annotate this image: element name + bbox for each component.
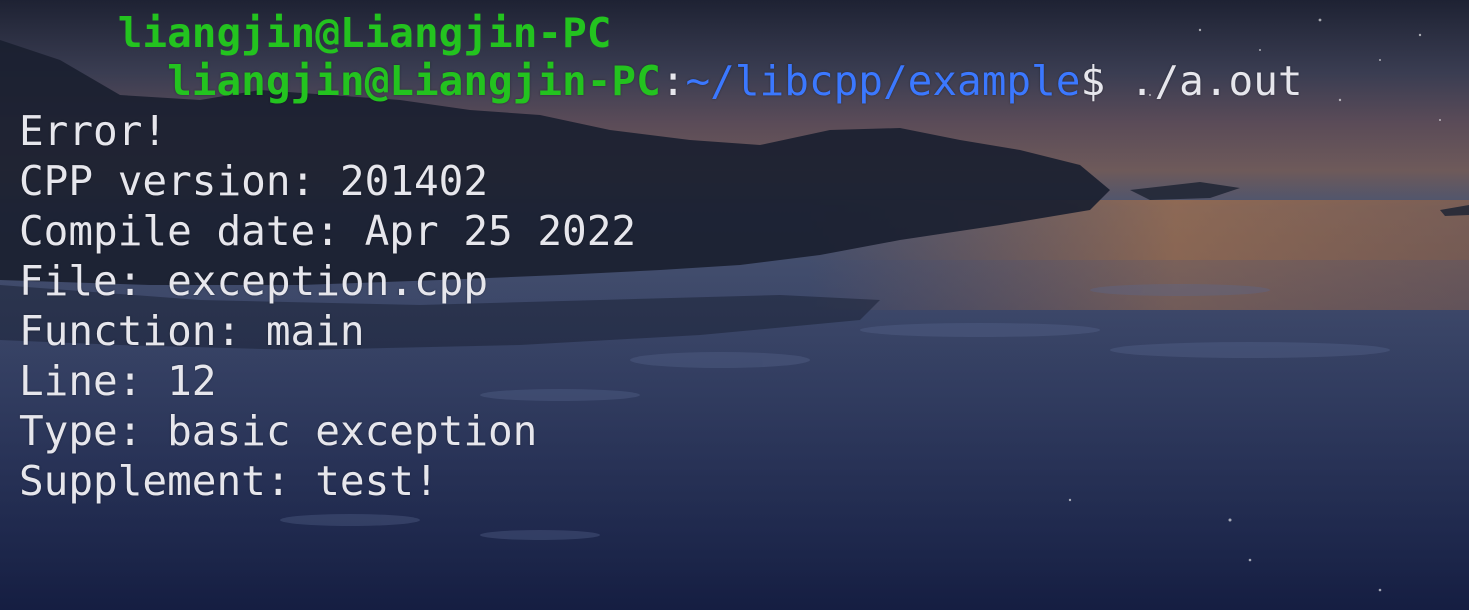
prompt-dollar: $ (1080, 57, 1106, 105)
output-line: CPP version: 201402 (19, 157, 488, 205)
output-line: Error! (19, 107, 168, 155)
prompt-path: ~/libcpp/example (685, 57, 1081, 105)
terminal-window[interactable]: liangjin@Liangjin-PC liangjin@Liangjin-P… (0, 0, 1469, 610)
command-text: ./a.out (1105, 57, 1303, 105)
output-line: Function: main (19, 307, 365, 355)
prompt-user-host: liangjin@Liangjin-PC (167, 57, 661, 105)
output-line: Type: basic exception (19, 407, 538, 455)
output-line: Supplement: test! (19, 457, 439, 505)
prompt-line: liangjin@Liangjin-PC:~/libcpp/example$ .… (19, 6, 1469, 105)
terminal-output[interactable]: liangjin@Liangjin-PC:~/libcpp/example$ .… (19, 6, 1469, 506)
output-line: Compile date: Apr 25 2022 (19, 207, 637, 255)
prompt-colon: : (660, 57, 686, 105)
output-line: File: exception.cpp (19, 257, 488, 305)
output-line: Line: 12 (19, 357, 217, 405)
